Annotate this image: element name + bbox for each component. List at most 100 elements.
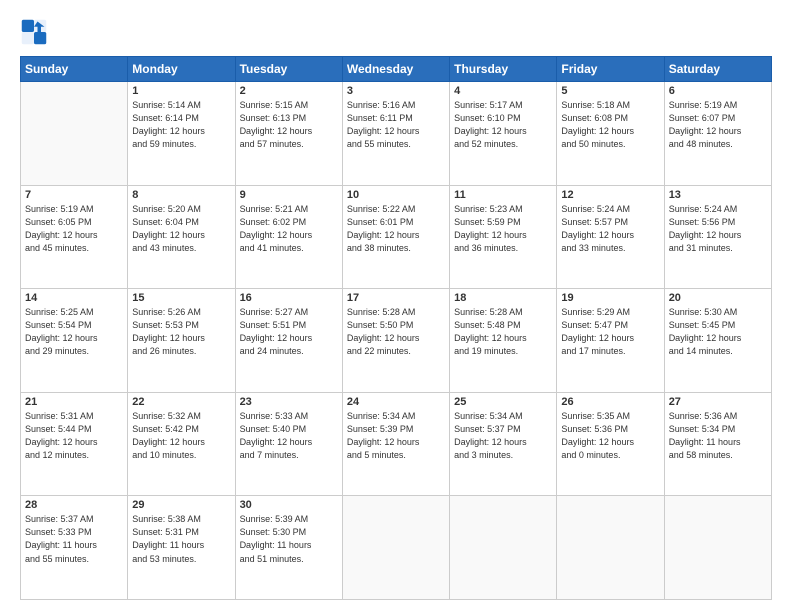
cell-sun-info: Sunrise: 5:14 AM Sunset: 6:14 PM Dayligh… bbox=[132, 99, 230, 151]
calendar-cell: 9Sunrise: 5:21 AM Sunset: 6:02 PM Daylig… bbox=[235, 185, 342, 289]
cell-sun-info: Sunrise: 5:34 AM Sunset: 5:39 PM Dayligh… bbox=[347, 410, 445, 462]
calendar-cell: 6 Sunrise: 5:19 AM Sunset: 6:07 PM Daylig… bbox=[664, 82, 771, 186]
cell-sun-info: Sunrise: 5:17 AM Sunset: 6:10 PM Dayligh… bbox=[454, 99, 552, 151]
header bbox=[20, 18, 772, 46]
calendar-cell bbox=[450, 496, 557, 600]
day-number: 2 bbox=[240, 85, 338, 97]
day-number: 27 bbox=[669, 396, 767, 408]
cell-sun-info: Sunrise: 5:26 AM Sunset: 5:53 PM Dayligh… bbox=[132, 306, 230, 358]
calendar-cell: 19 Sunrise: 5:29 AM Sunset: 5:47 PM Dayli… bbox=[557, 289, 664, 393]
day-number: 17 bbox=[347, 292, 445, 304]
day-number: 7 bbox=[25, 189, 123, 201]
calendar-week-row: 21Sunrise: 5:31 AM Sunset: 5:44 PM Dayli… bbox=[21, 392, 772, 496]
cell-sun-info: Sunrise: 5:29 AM Sunset: 5:47 PM Dayligh… bbox=[561, 306, 659, 358]
calendar-cell: 29 Sunrise: 5:38 AM Sunset: 5:31 PM Dayli… bbox=[128, 496, 235, 600]
cell-sun-info: Sunrise: 5:19 AM Sunset: 6:05 PM Dayligh… bbox=[25, 203, 123, 255]
cell-sun-info: Sunrise: 5:33 AM Sunset: 5:40 PM Dayligh… bbox=[240, 410, 338, 462]
calendar-cell: 24Sunrise: 5:34 AM Sunset: 5:39 PM Dayli… bbox=[342, 392, 449, 496]
logo bbox=[20, 18, 50, 46]
calendar-cell: 14 Sunrise: 5:25 AM Sunset: 5:54 PM Dayli… bbox=[21, 289, 128, 393]
calendar-cell bbox=[664, 496, 771, 600]
cell-sun-info: Sunrise: 5:27 AM Sunset: 5:51 PM Dayligh… bbox=[240, 306, 338, 358]
cell-sun-info: Sunrise: 5:23 AM Sunset: 5:59 PM Dayligh… bbox=[454, 203, 552, 255]
day-number: 1 bbox=[132, 85, 230, 97]
cell-sun-info: Sunrise: 5:18 AM Sunset: 6:08 PM Dayligh… bbox=[561, 99, 659, 151]
cell-sun-info: Sunrise: 5:15 AM Sunset: 6:13 PM Dayligh… bbox=[240, 99, 338, 151]
calendar-cell: 16 Sunrise: 5:27 AM Sunset: 5:51 PM Dayli… bbox=[235, 289, 342, 393]
calendar-day-header: Wednesday bbox=[342, 57, 449, 82]
day-number: 14 bbox=[25, 292, 123, 304]
calendar-day-header: Sunday bbox=[21, 57, 128, 82]
cell-sun-info: Sunrise: 5:34 AM Sunset: 5:37 PM Dayligh… bbox=[454, 410, 552, 462]
day-number: 12 bbox=[561, 189, 659, 201]
cell-sun-info: Sunrise: 5:28 AM Sunset: 5:48 PM Dayligh… bbox=[454, 306, 552, 358]
calendar-day-header: Saturday bbox=[664, 57, 771, 82]
cell-sun-info: Sunrise: 5:24 AM Sunset: 5:57 PM Dayligh… bbox=[561, 203, 659, 255]
calendar-cell: 30 Sunrise: 5:39 AM Sunset: 5:30 PM Dayli… bbox=[235, 496, 342, 600]
calendar-cell: 1 Sunrise: 5:14 AM Sunset: 6:14 PM Daylig… bbox=[128, 82, 235, 186]
calendar-cell: 25Sunrise: 5:34 AM Sunset: 5:37 PM Dayli… bbox=[450, 392, 557, 496]
calendar-cell bbox=[21, 82, 128, 186]
day-number: 30 bbox=[240, 499, 338, 511]
logo-icon bbox=[20, 18, 48, 46]
calendar-week-row: 1 Sunrise: 5:14 AM Sunset: 6:14 PM Daylig… bbox=[21, 82, 772, 186]
calendar-day-header: Friday bbox=[557, 57, 664, 82]
cell-sun-info: Sunrise: 5:28 AM Sunset: 5:50 PM Dayligh… bbox=[347, 306, 445, 358]
calendar-cell: 28 Sunrise: 5:37 AM Sunset: 5:33 PM Dayli… bbox=[21, 496, 128, 600]
calendar-cell: 2 Sunrise: 5:15 AM Sunset: 6:13 PM Daylig… bbox=[235, 82, 342, 186]
cell-sun-info: Sunrise: 5:22 AM Sunset: 6:01 PM Dayligh… bbox=[347, 203, 445, 255]
day-number: 26 bbox=[561, 396, 659, 408]
calendar-cell: 4Sunrise: 5:17 AM Sunset: 6:10 PM Daylig… bbox=[450, 82, 557, 186]
day-number: 20 bbox=[669, 292, 767, 304]
cell-sun-info: Sunrise: 5:32 AM Sunset: 5:42 PM Dayligh… bbox=[132, 410, 230, 462]
cell-sun-info: Sunrise: 5:38 AM Sunset: 5:31 PM Dayligh… bbox=[132, 513, 230, 565]
calendar-cell: 11 Sunrise: 5:23 AM Sunset: 5:59 PM Dayli… bbox=[450, 185, 557, 289]
calendar-cell: 27 Sunrise: 5:36 AM Sunset: 5:34 PM Dayli… bbox=[664, 392, 771, 496]
cell-sun-info: Sunrise: 5:37 AM Sunset: 5:33 PM Dayligh… bbox=[25, 513, 123, 565]
day-number: 23 bbox=[240, 396, 338, 408]
day-number: 29 bbox=[132, 499, 230, 511]
calendar-week-row: 14 Sunrise: 5:25 AM Sunset: 5:54 PM Dayli… bbox=[21, 289, 772, 393]
calendar-cell: 5Sunrise: 5:18 AM Sunset: 6:08 PM Daylig… bbox=[557, 82, 664, 186]
calendar-cell: 13 Sunrise: 5:24 AM Sunset: 5:56 PM Dayli… bbox=[664, 185, 771, 289]
calendar-header-row: SundayMondayTuesdayWednesdayThursdayFrid… bbox=[21, 57, 772, 82]
day-number: 6 bbox=[669, 85, 767, 97]
day-number: 10 bbox=[347, 189, 445, 201]
cell-sun-info: Sunrise: 5:36 AM Sunset: 5:34 PM Dayligh… bbox=[669, 410, 767, 462]
page: SundayMondayTuesdayWednesdayThursdayFrid… bbox=[0, 0, 792, 612]
day-number: 15 bbox=[132, 292, 230, 304]
calendar-day-header: Tuesday bbox=[235, 57, 342, 82]
day-number: 11 bbox=[454, 189, 552, 201]
calendar-cell: 22 Sunrise: 5:32 AM Sunset: 5:42 PM Dayli… bbox=[128, 392, 235, 496]
calendar-cell: 21Sunrise: 5:31 AM Sunset: 5:44 PM Dayli… bbox=[21, 392, 128, 496]
day-number: 18 bbox=[454, 292, 552, 304]
cell-sun-info: Sunrise: 5:21 AM Sunset: 6:02 PM Dayligh… bbox=[240, 203, 338, 255]
calendar-cell: 17 Sunrise: 5:28 AM Sunset: 5:50 PM Dayli… bbox=[342, 289, 449, 393]
calendar-cell bbox=[557, 496, 664, 600]
calendar-week-row: 7 Sunrise: 5:19 AM Sunset: 6:05 PM Daylig… bbox=[21, 185, 772, 289]
cell-sun-info: Sunrise: 5:16 AM Sunset: 6:11 PM Dayligh… bbox=[347, 99, 445, 151]
cell-sun-info: Sunrise: 5:35 AM Sunset: 5:36 PM Dayligh… bbox=[561, 410, 659, 462]
day-number: 22 bbox=[132, 396, 230, 408]
day-number: 16 bbox=[240, 292, 338, 304]
calendar-table: SundayMondayTuesdayWednesdayThursdayFrid… bbox=[20, 56, 772, 600]
day-number: 21 bbox=[25, 396, 123, 408]
calendar-day-header: Monday bbox=[128, 57, 235, 82]
calendar-cell: 10 Sunrise: 5:22 AM Sunset: 6:01 PM Dayli… bbox=[342, 185, 449, 289]
calendar-cell: 18 Sunrise: 5:28 AM Sunset: 5:48 PM Dayli… bbox=[450, 289, 557, 393]
calendar-day-header: Thursday bbox=[450, 57, 557, 82]
cell-sun-info: Sunrise: 5:25 AM Sunset: 5:54 PM Dayligh… bbox=[25, 306, 123, 358]
calendar-cell: 15 Sunrise: 5:26 AM Sunset: 5:53 PM Dayli… bbox=[128, 289, 235, 393]
day-number: 13 bbox=[669, 189, 767, 201]
cell-sun-info: Sunrise: 5:19 AM Sunset: 6:07 PM Dayligh… bbox=[669, 99, 767, 151]
day-number: 19 bbox=[561, 292, 659, 304]
calendar-cell: 23 Sunrise: 5:33 AM Sunset: 5:40 PM Dayli… bbox=[235, 392, 342, 496]
calendar-cell: 7 Sunrise: 5:19 AM Sunset: 6:05 PM Daylig… bbox=[21, 185, 128, 289]
calendar-cell: 20 Sunrise: 5:30 AM Sunset: 5:45 PM Dayli… bbox=[664, 289, 771, 393]
calendar-cell: 12 Sunrise: 5:24 AM Sunset: 5:57 PM Dayli… bbox=[557, 185, 664, 289]
cell-sun-info: Sunrise: 5:20 AM Sunset: 6:04 PM Dayligh… bbox=[132, 203, 230, 255]
cell-sun-info: Sunrise: 5:24 AM Sunset: 5:56 PM Dayligh… bbox=[669, 203, 767, 255]
cell-sun-info: Sunrise: 5:30 AM Sunset: 5:45 PM Dayligh… bbox=[669, 306, 767, 358]
cell-sun-info: Sunrise: 5:39 AM Sunset: 5:30 PM Dayligh… bbox=[240, 513, 338, 565]
day-number: 28 bbox=[25, 499, 123, 511]
